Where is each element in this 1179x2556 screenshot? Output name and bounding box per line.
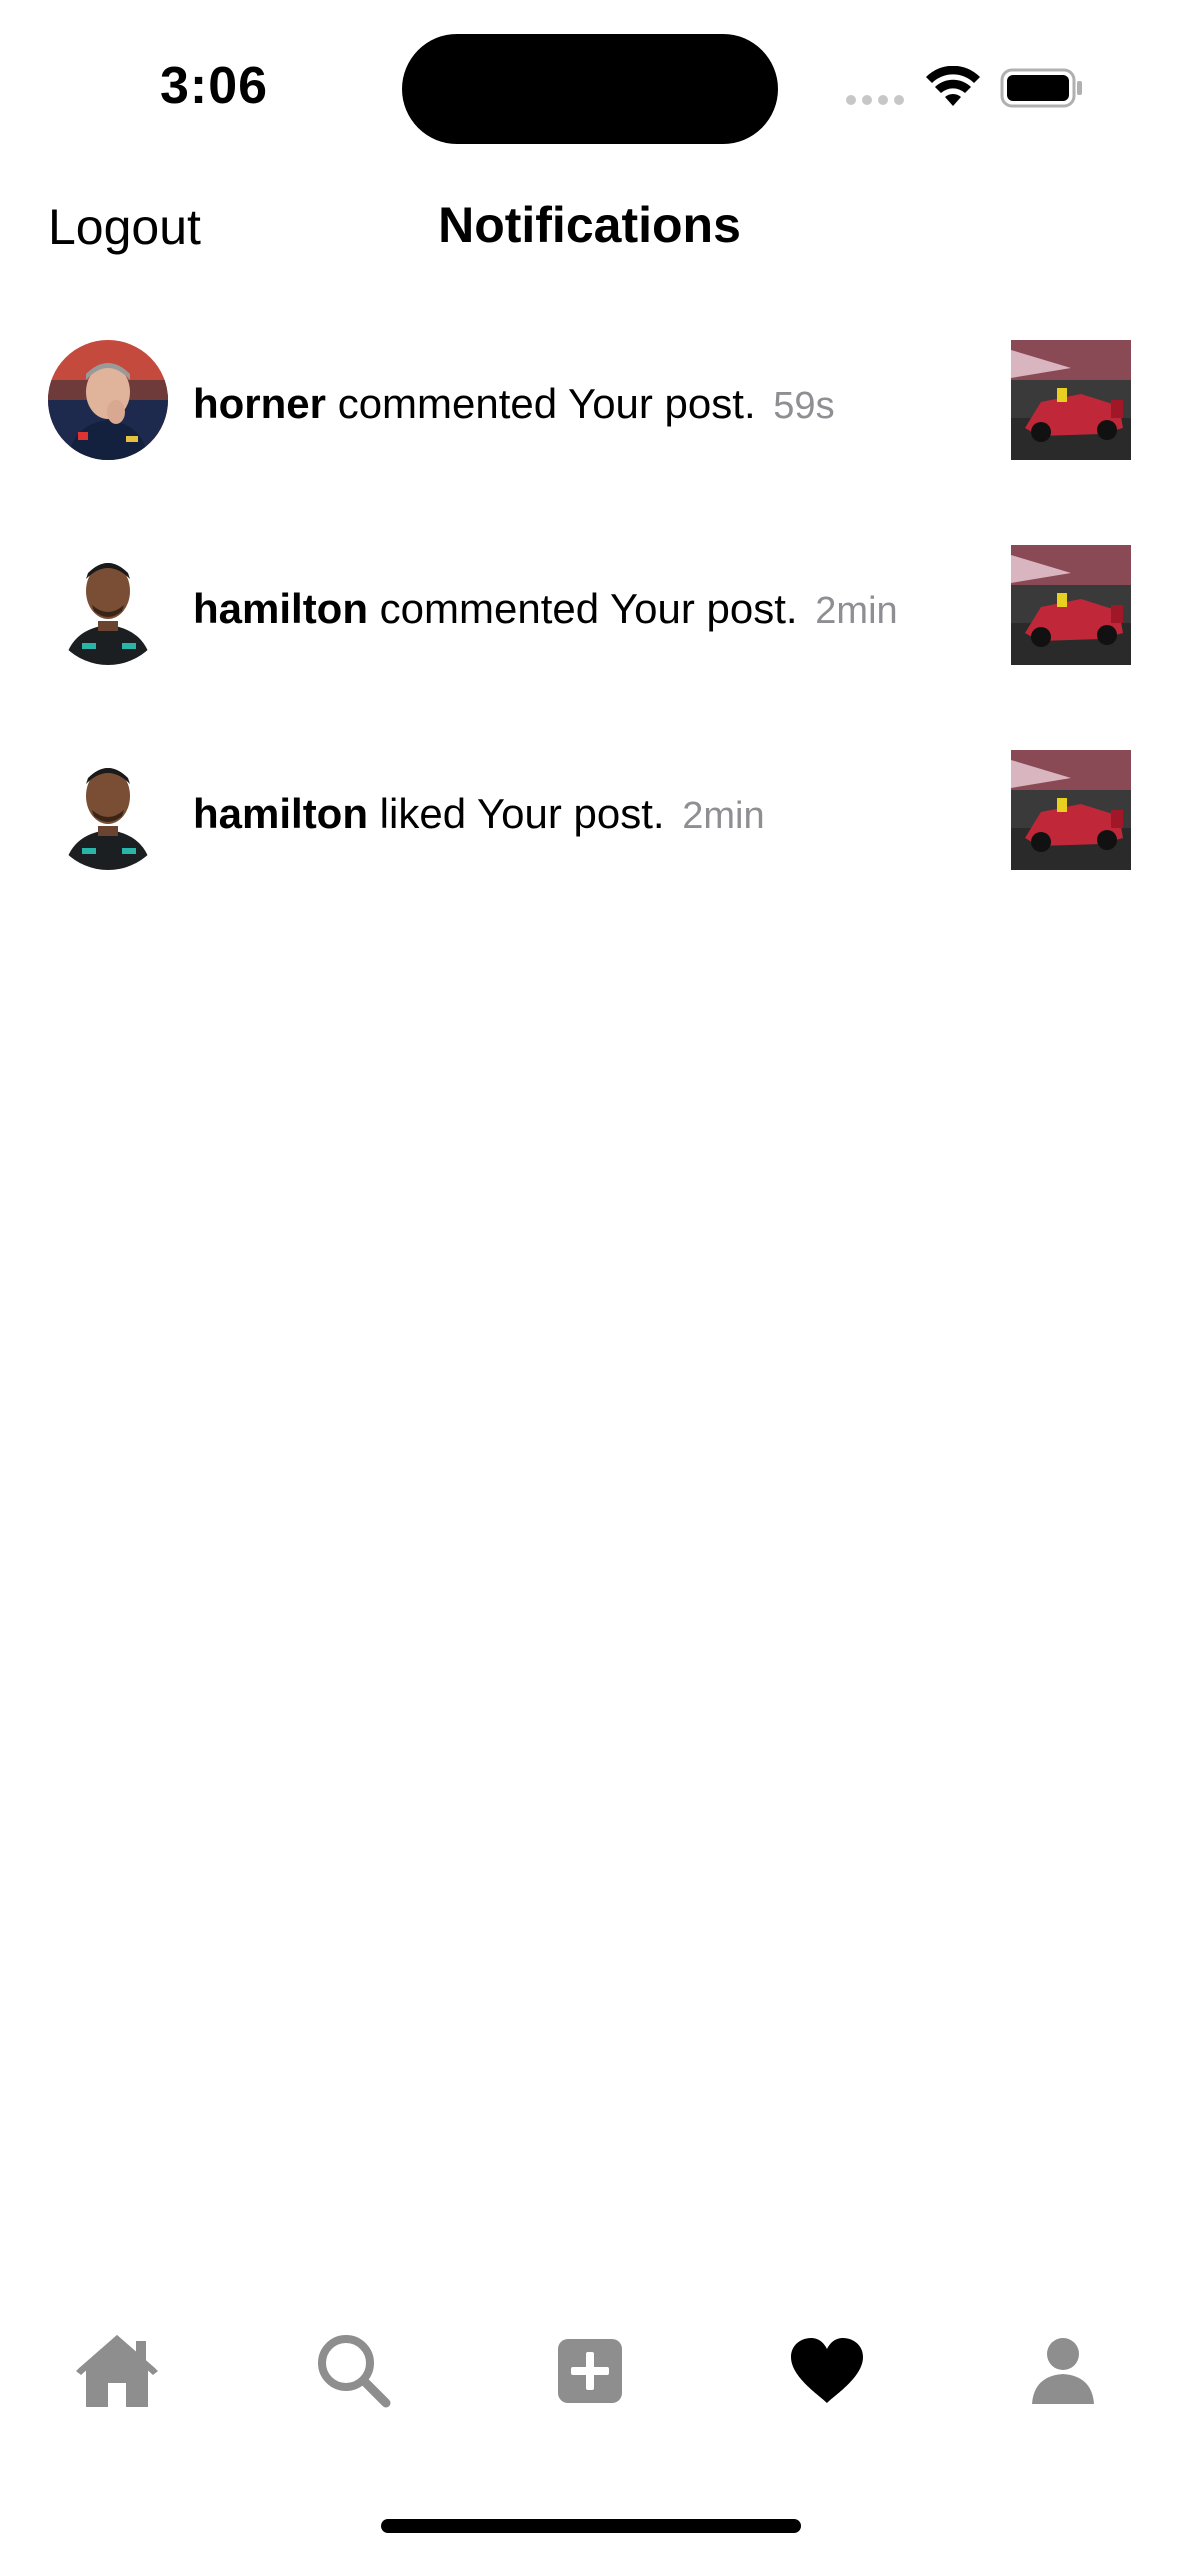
notification-time: 59s xyxy=(773,385,835,427)
notification-text: hamilton liked Your post. 2min xyxy=(193,790,765,840)
wifi-icon xyxy=(926,66,980,106)
hamilton-avatar[interactable] xyxy=(48,750,168,870)
notification-username[interactable]: horner xyxy=(193,380,326,427)
notification-action: commented Your post. xyxy=(337,380,756,427)
home-indicator xyxy=(381,2519,801,2533)
notification-action: commented Your post. xyxy=(379,585,798,632)
tab-add-post[interactable] xyxy=(545,2326,635,2416)
notification-time: 2min xyxy=(682,795,765,837)
search-icon xyxy=(318,2335,391,2408)
tab-search[interactable] xyxy=(309,2326,399,2416)
tab-profile[interactable] xyxy=(1018,2326,1108,2416)
post-thumbnail[interactable] xyxy=(1011,340,1131,460)
heart-icon xyxy=(791,2338,863,2403)
tab-home[interactable] xyxy=(72,2326,162,2416)
profile-icon xyxy=(1032,2338,1094,2404)
hamilton-avatar[interactable] xyxy=(48,545,168,665)
post-thumbnail[interactable] xyxy=(1011,750,1131,870)
home-icon xyxy=(76,2335,158,2407)
tab-notifications[interactable] xyxy=(782,2326,872,2416)
logout-button[interactable]: Logout xyxy=(48,198,201,256)
dynamic-island xyxy=(402,34,778,144)
horner-avatar[interactable] xyxy=(48,340,168,460)
notification-row[interactable]: hamilton commented Your post. 2min xyxy=(0,543,1179,748)
notification-row[interactable]: hamilton liked Your post. 2min xyxy=(0,748,1179,953)
notification-text: horner commented Your post. 59s xyxy=(193,380,835,430)
tab-bar xyxy=(0,2310,1179,2430)
cellular-signal-icon xyxy=(846,95,904,105)
notifications-list: horner commented Your post. 59s hamilton… xyxy=(0,338,1179,953)
notification-text: hamilton commented Your post. 2min xyxy=(193,585,898,635)
navigation-bar: Notifications Logout xyxy=(0,170,1179,290)
notification-time: 2min xyxy=(815,590,898,632)
notification-row[interactable]: horner commented Your post. 59s xyxy=(0,338,1179,543)
status-time: 3:06 xyxy=(160,57,269,115)
status-bar: 3:06 xyxy=(0,0,1179,170)
notification-action: liked Your post. xyxy=(379,790,665,837)
add-post-icon xyxy=(558,2339,622,2403)
post-thumbnail[interactable] xyxy=(1011,545,1131,665)
notification-username[interactable]: hamilton xyxy=(193,585,368,632)
battery-icon xyxy=(1000,68,1082,108)
notification-username[interactable]: hamilton xyxy=(193,790,368,837)
